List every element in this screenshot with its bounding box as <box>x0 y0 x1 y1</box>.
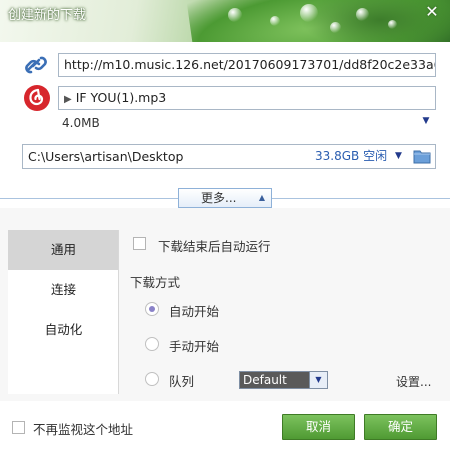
more-button-label: 更多... <box>201 191 237 205</box>
save-path-field[interactable]: C:\Users\artisan\Desktop 33.8GB 空闲 ▼ <box>22 144 436 169</box>
no-monitor-label: 不再监视这个地址 <box>33 422 134 437</box>
water-drop <box>300 4 318 22</box>
water-drop <box>356 8 369 21</box>
file-size: 4.0MB <box>62 116 100 130</box>
ok-button[interactable]: 确定 <box>364 414 437 440</box>
close-button[interactable]: ✕ <box>422 3 442 21</box>
url-input[interactable]: http://m10.music.126.net/20170609173701/… <box>58 53 436 77</box>
chevron-down-icon: ▼ <box>309 372 327 388</box>
auto-start-radio[interactable] <box>145 302 159 316</box>
water-drop <box>270 16 280 26</box>
title-bar: 创建新的下载 ✕ <box>0 0 450 42</box>
path-dropdown-icon[interactable]: ▼ <box>395 145 402 168</box>
manual-start-label: 手动开始 <box>169 339 220 354</box>
save-path-text: C:\Users\artisan\Desktop <box>28 149 184 164</box>
manual-start-radio[interactable] <box>145 337 159 351</box>
free-space: 33.8GB 空闲 <box>315 149 388 163</box>
tab-general[interactable]: 通用 <box>8 230 119 270</box>
tab-connection[interactable]: 连接 <box>8 270 119 310</box>
cancel-button[interactable]: 取消 <box>282 414 355 440</box>
filename-input[interactable]: ▶ IF YOU(1).mp3 <box>58 86 436 110</box>
autorun-checkbox[interactable] <box>133 237 146 250</box>
autorun-label: 下载结束后自动运行 <box>158 239 271 254</box>
tab-automation-label: 自动化 <box>44 322 83 337</box>
options-tabs: 通用 连接 自动化 <box>8 230 119 394</box>
more-button[interactable]: 更多... ▲ <box>178 188 272 208</box>
water-drop <box>388 20 397 29</box>
water-drop <box>330 22 341 33</box>
close-icon: ✕ <box>425 2 439 21</box>
tabs-separator <box>118 230 119 394</box>
filename-text: IF YOU(1).mp3 <box>75 90 167 105</box>
size-dropdown-icon[interactable]: ▼ <box>420 116 432 126</box>
auto-start-label: 自动开始 <box>169 304 220 319</box>
no-monitor-checkbox[interactable] <box>12 421 25 434</box>
queue-select-value: Default <box>243 373 287 387</box>
queue-select[interactable]: Default ▼ <box>239 371 328 389</box>
link-icon <box>25 56 47 74</box>
window-title: 创建新的下载 <box>8 8 87 23</box>
download-mode-heading: 下载方式 <box>130 275 181 290</box>
tab-automation[interactable]: 自动化 <box>8 310 119 350</box>
folder-icon[interactable] <box>413 148 431 164</box>
play-icon: ▶ <box>64 94 72 105</box>
netease-music-icon <box>24 85 50 111</box>
tab-general-label: 通用 <box>50 242 76 257</box>
queue-label: 队列 <box>169 374 195 389</box>
settings-link[interactable]: 设置... <box>396 373 431 390</box>
tab-connection-label: 连接 <box>50 282 76 297</box>
queue-radio[interactable] <box>145 372 159 386</box>
water-drop <box>228 8 242 22</box>
collapse-icon: ▲ <box>258 193 265 202</box>
